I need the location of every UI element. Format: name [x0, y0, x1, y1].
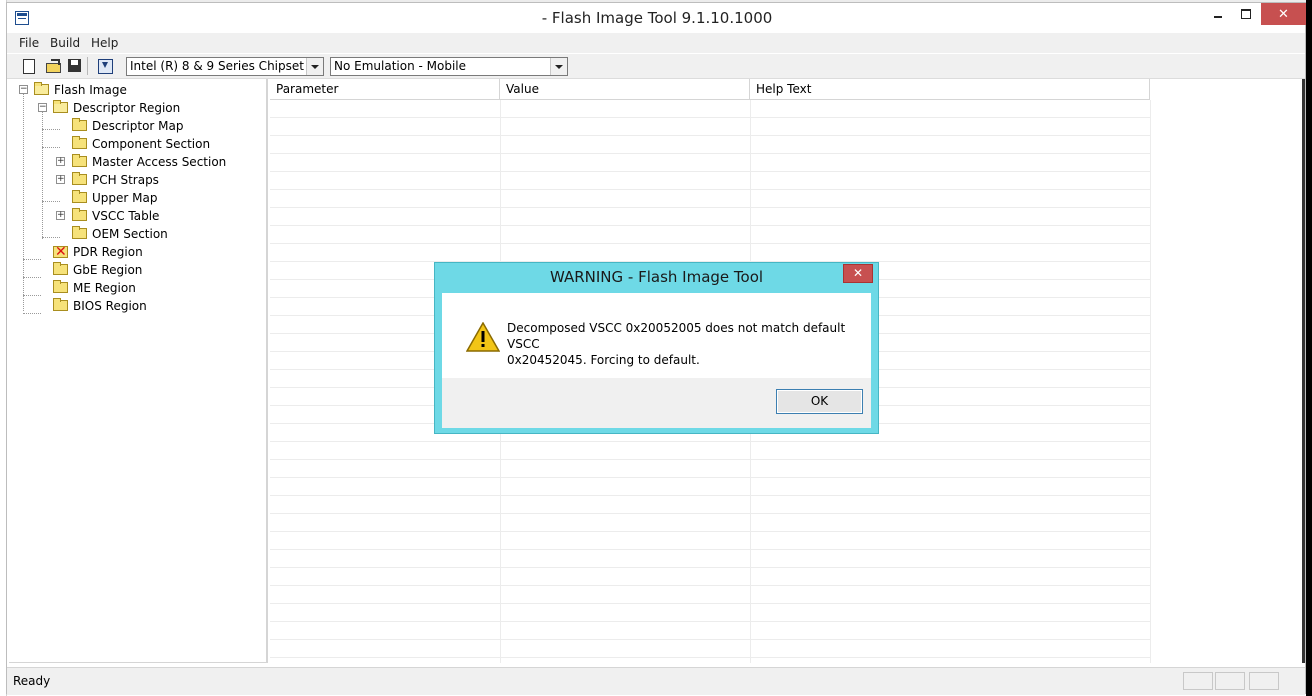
new-document-icon[interactable]: [21, 58, 37, 74]
tree-label: Descriptor Map: [92, 119, 184, 133]
column-header-help-text[interactable]: Help Text: [750, 79, 1150, 99]
folder-icon: [72, 190, 87, 203]
status-text: Ready: [13, 674, 51, 688]
folder-icon: [72, 154, 87, 167]
tree-item-pch-straps[interactable]: + PCH Straps: [9, 171, 264, 189]
grid-header: Parameter Value Help Text: [270, 79, 1150, 100]
menu-bar: File Build Help: [7, 33, 1305, 53]
emulation-select[interactable]: No Emulation - Mobile: [330, 57, 568, 76]
tree-item-descriptor-map[interactable]: Descriptor Map: [9, 117, 264, 135]
folder-icon: [53, 298, 68, 311]
toolbar-separator: [87, 57, 88, 75]
open-folder-icon[interactable]: [45, 58, 61, 74]
toolbar: Intel (R) 8 & 9 Series Chipset No Emulat…: [7, 54, 1305, 79]
folder-icon: [53, 280, 68, 293]
window-title: - Flash Image Tool 9.1.10.1000: [541, 9, 773, 27]
tree-label: PCH Straps: [92, 173, 159, 187]
save-icon[interactable]: [67, 58, 83, 74]
chipset-select-value: Intel (R) 8 & 9 Series Chipset: [130, 59, 304, 73]
tree-label: Master Access Section: [92, 155, 227, 169]
tree-label: BIOS Region: [73, 299, 147, 313]
tree-label: PDR Region: [73, 245, 143, 259]
emulation-select-value: No Emulation - Mobile: [334, 59, 467, 73]
tree-label: ME Region: [73, 281, 136, 295]
status-panel: [1183, 672, 1213, 690]
collapse-icon[interactable]: −: [38, 103, 47, 112]
tree-item-oem-section[interactable]: OEM Section: [9, 225, 264, 243]
tree-item-upper-map[interactable]: Upper Map: [9, 189, 264, 207]
minimize-icon[interactable]: [1205, 3, 1231, 25]
menu-help[interactable]: Help: [91, 36, 118, 50]
dialog-body: Decomposed VSCC 0x20052005 does not matc…: [442, 293, 871, 428]
dialog-footer: OK: [442, 378, 871, 428]
tree-label: Component Section: [92, 137, 211, 151]
dialog-message: Decomposed VSCC 0x20052005 does not matc…: [507, 321, 846, 367]
tree-label: Upper Map: [92, 191, 158, 205]
folder-icon: [72, 118, 87, 131]
folder-icon: [53, 262, 68, 275]
folder-icon: [72, 172, 87, 185]
tree-item-gbe-region[interactable]: GbE Region: [9, 261, 264, 279]
column-header-parameter[interactable]: Parameter: [270, 79, 500, 99]
grid-divider: [1150, 100, 1151, 663]
expand-icon[interactable]: +: [56, 175, 65, 184]
folder-icon: [72, 208, 87, 221]
menu-build[interactable]: Build: [50, 36, 80, 50]
tree-item-descriptor-region[interactable]: − Descriptor Region: [9, 99, 264, 117]
tree-item-master-access-section[interactable]: + Master Access Section: [9, 153, 264, 171]
folder-open-icon: [53, 100, 68, 113]
build-image-icon[interactable]: [97, 58, 113, 74]
tree-item-flash-image[interactable]: − Flash Image: [9, 81, 264, 99]
status-panel: [1249, 672, 1279, 690]
expand-icon[interactable]: +: [56, 211, 65, 220]
chevron-down-icon[interactable]: [306, 58, 323, 75]
folder-icon: [72, 226, 87, 239]
tree-label: GbE Region: [73, 263, 143, 277]
region-tree[interactable]: − Flash Image − Descriptor Region Descri…: [9, 79, 268, 663]
tree-item-vscc-table[interactable]: + VSCC Table: [9, 207, 264, 225]
chevron-down-icon[interactable]: [550, 58, 567, 75]
folder-open-icon: [34, 82, 49, 95]
chipset-select[interactable]: Intel (R) 8 & 9 Series Chipset: [126, 57, 324, 76]
warning-dialog: WARNING - Flash Image Tool ✕ Decomposed …: [434, 262, 879, 434]
folder-icon: [72, 136, 87, 149]
title-bar: - Flash Image Tool 9.1.10.1000: [7, 3, 1306, 33]
tree-label: Descriptor Region: [73, 101, 181, 115]
tree-item-me-region[interactable]: ME Region: [9, 279, 264, 297]
tree-label: VSCC Table: [92, 209, 160, 223]
tree-item-pdr-region[interactable]: PDR Region: [9, 243, 264, 261]
status-bar: Ready: [7, 667, 1305, 695]
disabled-region-icon: [53, 243, 68, 261]
close-icon[interactable]: ✕: [843, 264, 873, 283]
screen-edge: [1306, 0, 1312, 696]
tree-item-component-section[interactable]: Component Section: [9, 135, 264, 153]
tree-label: OEM Section: [92, 227, 168, 241]
menu-file[interactable]: File: [19, 36, 39, 50]
status-panel: [1215, 672, 1245, 690]
dialog-title: WARNING - Flash Image Tool: [549, 268, 764, 286]
tree-item-bios-region[interactable]: BIOS Region: [9, 297, 264, 315]
scrollbar[interactable]: [1302, 79, 1305, 663]
collapse-icon[interactable]: −: [19, 85, 28, 94]
column-header-value[interactable]: Value: [500, 79, 750, 99]
ok-button[interactable]: OK: [776, 389, 863, 414]
close-icon[interactable]: [1261, 3, 1306, 25]
warning-icon: [466, 322, 500, 352]
maximize-icon[interactable]: [1233, 3, 1259, 25]
expand-icon[interactable]: +: [56, 157, 65, 166]
tree-label: Flash Image: [54, 81, 127, 99]
